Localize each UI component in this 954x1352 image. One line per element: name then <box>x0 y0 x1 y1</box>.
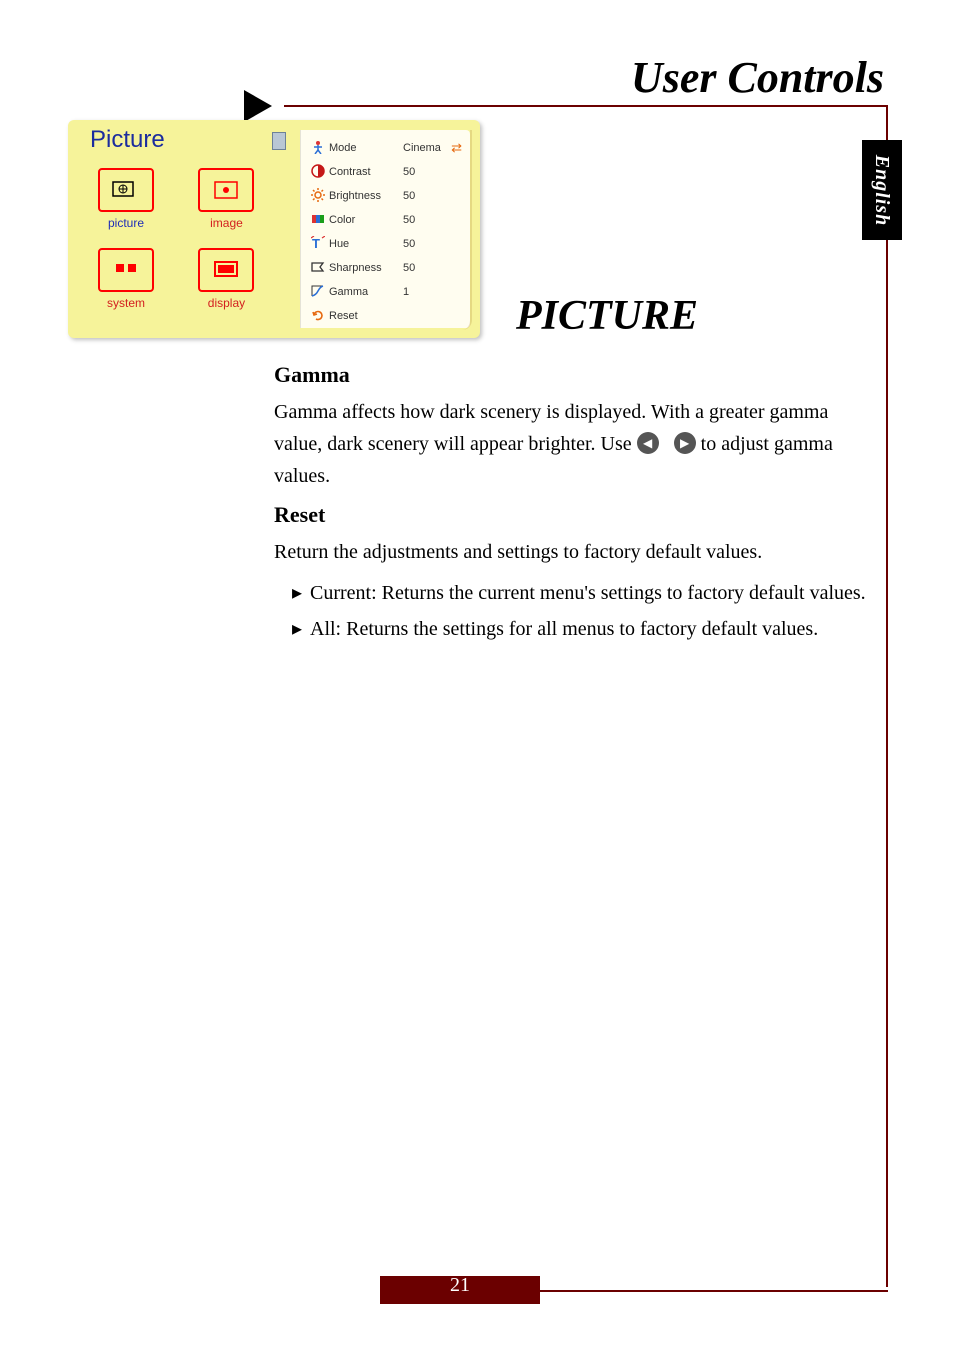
osd-cell-display[interactable]: display <box>180 244 272 324</box>
osd-row-value: Cinema <box>403 142 451 154</box>
osd-cell-label: image <box>180 216 272 230</box>
osd-row-label: Color <box>329 214 403 226</box>
osd-row-reset[interactable]: Reset <box>301 304 470 328</box>
osd-row-label: Hue <box>329 238 403 250</box>
hue-icon: T <box>307 236 329 253</box>
language-tab: English <box>862 140 902 240</box>
osd-cell-label: display <box>180 296 272 310</box>
osd-cell-label: system <box>80 296 172 310</box>
osd-row-sharpness[interactable]: Sharpness 50 <box>301 256 470 280</box>
reset-icon <box>307 308 329 325</box>
person-icon <box>307 140 329 157</box>
display-icon <box>198 248 254 292</box>
color-icon <box>307 212 329 229</box>
reset-bullets: Current: Returns the current menu's sett… <box>292 578 874 644</box>
osd-row-color[interactable]: Color 50 <box>301 208 470 232</box>
osd-cell-picture[interactable]: picture <box>80 164 172 244</box>
osd-category-grid: picture image system display <box>80 164 280 324</box>
osd-row-mode[interactable]: Mode Cinema ⇄ <box>301 136 470 160</box>
system-icon <box>98 248 154 292</box>
osd-row-gamma[interactable]: Gamma 1 <box>301 280 470 304</box>
language-tab-label: English <box>871 154 894 225</box>
osd-row-label: Brightness <box>329 190 403 202</box>
osd-row-label: Mode <box>329 142 403 154</box>
gamma-paragraph: Gamma affects how dark scenery is displa… <box>274 396 874 492</box>
page-title: User Controls <box>631 52 884 103</box>
list-item: All: Returns the settings for all menus … <box>292 614 874 644</box>
body-column: Gamma Gamma affects how dark scenery is … <box>274 356 874 650</box>
sharpness-icon <box>307 260 329 277</box>
reset-heading: Reset <box>274 502 874 528</box>
osd-settings-panel: Mode Cinema ⇄ Contrast 50 <box>300 130 470 328</box>
osd-row-label: Contrast <box>329 166 403 178</box>
osd-cell-label: picture <box>80 216 172 230</box>
osd-tab-notch <box>272 132 286 150</box>
osd-header: Picture <box>76 126 286 156</box>
picture-icon <box>98 168 154 212</box>
section-title: PICTURE <box>516 292 698 340</box>
svg-text:T: T <box>312 236 320 250</box>
osd-cell-system[interactable]: system <box>80 244 172 324</box>
osd-title: Picture <box>76 126 286 154</box>
osd-cell-image[interactable]: image <box>180 164 272 244</box>
osd-row-label: Gamma <box>329 286 403 298</box>
osd-menu: Picture picture image system display <box>68 120 480 338</box>
reset-paragraph: Return the adjustments and settings to f… <box>274 536 874 568</box>
osd-row-brightness[interactable]: Brightness 50 <box>301 184 470 208</box>
list-item: Current: Returns the current menu's sett… <box>292 578 874 608</box>
gamma-heading: Gamma <box>274 362 874 388</box>
left-arrow-button-icon[interactable]: ◀ <box>637 432 659 454</box>
side-rule <box>886 105 888 1287</box>
header-pointer-icon <box>244 90 272 122</box>
osd-row-contrast[interactable]: Contrast 50 <box>301 160 470 184</box>
header-rule <box>284 105 888 107</box>
contrast-icon <box>307 164 329 181</box>
osd-panel-edge <box>454 130 472 330</box>
image-icon <box>198 168 254 212</box>
osd-row-label: Sharpness <box>329 262 403 274</box>
gamma-icon <box>307 284 329 301</box>
osd-row-label: Reset <box>329 310 403 322</box>
right-arrow-button-icon[interactable]: ▶ <box>674 432 696 454</box>
footer-rule <box>540 1290 888 1292</box>
osd-row-hue[interactable]: T Hue 50 <box>301 232 470 256</box>
brightness-icon <box>307 188 329 205</box>
page-number: 21 <box>380 1274 540 1297</box>
